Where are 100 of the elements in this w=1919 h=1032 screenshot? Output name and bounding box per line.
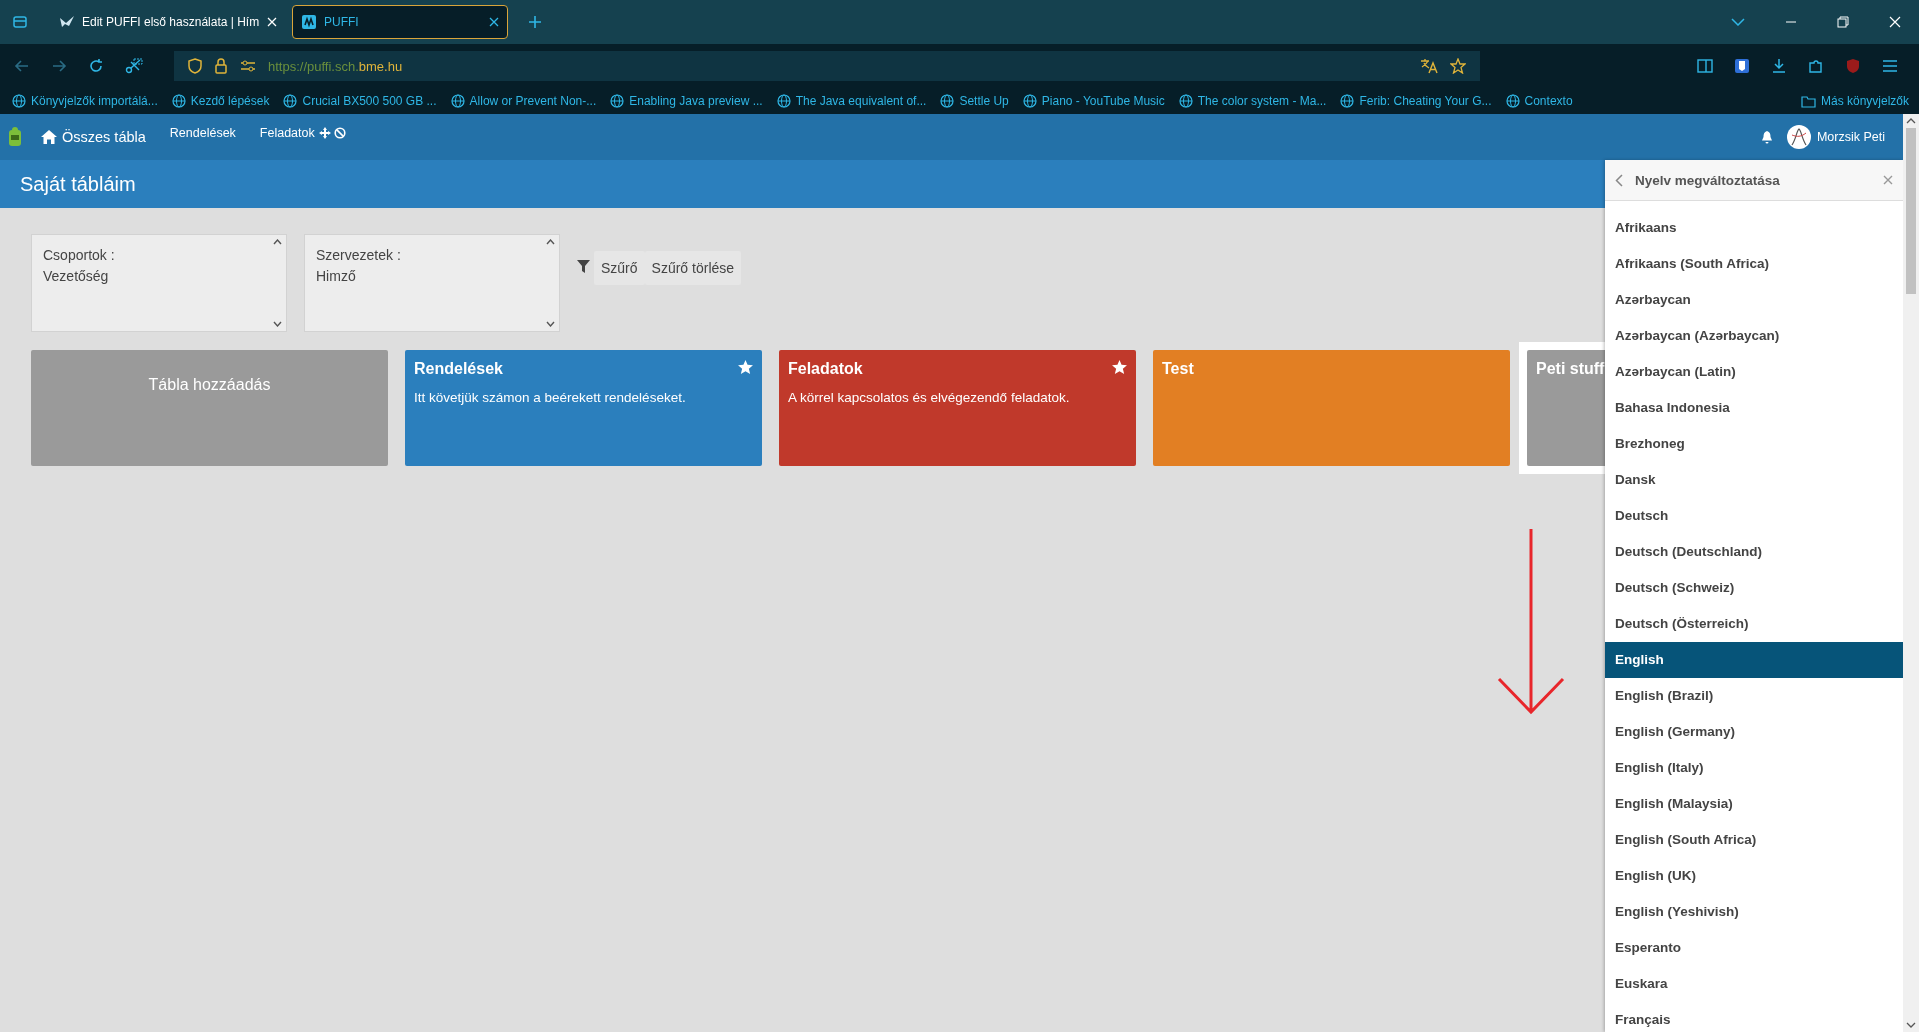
filter-icon <box>577 260 590 273</box>
language-option[interactable]: Deutsch (Deutschland) <box>1605 534 1903 570</box>
close-icon[interactable] <box>489 17 499 27</box>
clear-filter-button[interactable]: Szűrő törlése <box>644 251 742 285</box>
board-description: A körrel kapcsolatos és elvégezendő feladatok. <box>787 389 1071 405</box>
back-icon[interactable] <box>14 58 30 74</box>
language-option[interactable]: English (UK) <box>1605 858 1903 894</box>
bird-icon <box>59 14 75 30</box>
board-title: Peti stuff <box>1536 360 1605 378</box>
shield-icon[interactable] <box>1734 58 1750 74</box>
globe-icon <box>450 94 465 108</box>
back-icon[interactable] <box>1615 173 1623 187</box>
bell-icon[interactable] <box>1760 130 1773 144</box>
board-title: Test <box>1162 360 1194 378</box>
scroll-down-icon[interactable] <box>545 321 555 327</box>
globe-icon <box>610 94 625 108</box>
forward-icon[interactable] <box>51 58 67 74</box>
address-bar[interactable]: https://puffi.sch.bme.hu <box>174 51 1480 81</box>
language-option[interactable]: English (South Africa) <box>1605 822 1903 858</box>
multi-select-field[interactable]: Csoportok : Vezetőség <box>31 234 287 332</box>
board-title: Feladatok <box>788 360 863 378</box>
nav-link[interactable]: Összes tábla <box>41 129 146 145</box>
page-title: Saját tábláim <box>20 172 136 196</box>
language-option[interactable]: English <box>1605 642 1903 678</box>
bookmark[interactable]: Settle Up <box>940 94 1009 108</box>
language-option[interactable]: Esperanto <box>1605 930 1903 966</box>
board-card[interactable]: Feladatok A körrel kapcsolatos és elvégezendő feladatok. <box>779 350 1136 466</box>
nav-link[interactable]: Feladatok <box>259 126 315 148</box>
panel-title: Nyelv megváltoztatása <box>1635 172 1780 188</box>
globe-icon <box>776 94 791 108</box>
language-option[interactable]: Azərbaycan (Latin) <box>1605 354 1903 390</box>
filter-button[interactable]: Szűrő <box>594 251 645 285</box>
nav-link[interactable]: Rendelések <box>169 126 236 148</box>
language-option[interactable]: Deutsch (Österreich) <box>1605 606 1903 642</box>
bookmark[interactable]: The Java equivalent of... <box>776 94 927 108</box>
language-option[interactable]: English (Italy) <box>1605 750 1903 786</box>
scroll-up-icon[interactable] <box>272 239 282 245</box>
browser-tab[interactable]: Edit PUFFI első használata | Hím <box>50 5 286 39</box>
translate-icon[interactable] <box>1420 58 1438 74</box>
language-option[interactable]: Deutsch <box>1605 498 1903 534</box>
logo-icon[interactable] <box>8 126 22 148</box>
globe-icon <box>171 94 186 108</box>
bookmark[interactable]: Piano - YouTube Music <box>1022 94 1165 108</box>
language-option[interactable]: English (Germany) <box>1605 714 1903 750</box>
board-title: Rendelések <box>414 360 503 378</box>
scroll-down-icon[interactable] <box>272 321 282 327</box>
move-icon[interactable] <box>318 127 331 139</box>
scrollbar-thumb[interactable] <box>1906 128 1916 294</box>
language-option[interactable]: Bahasa Indonesia <box>1605 390 1903 426</box>
star-icon[interactable] <box>1112 360 1127 374</box>
globe-icon <box>1505 94 1520 108</box>
board-card[interactable]: Rendelések Itt követjük számon a beérekett rendeléseket. <box>405 350 762 466</box>
folder-icon <box>1800 94 1816 108</box>
language-option[interactable]: Brezhoneg <box>1605 426 1903 462</box>
chevron-down-icon[interactable] <box>1731 18 1745 26</box>
browser-tab[interactable]: PUFFI <box>292 5 508 39</box>
sidebar-icon[interactable] <box>1697 59 1713 73</box>
star-icon[interactable] <box>738 360 753 374</box>
globe-icon <box>1340 94 1355 108</box>
star-icon[interactable] <box>1450 58 1466 74</box>
language-option[interactable]: Afrikaans (South Africa) <box>1605 246 1903 282</box>
menu-icon[interactable] <box>1882 59 1898 73</box>
bookmark[interactable]: Kezdő lépések <box>171 94 270 108</box>
site-logo-icon <box>301 14 317 30</box>
bookmark[interactable]: Ferib: Cheating Your G... <box>1340 94 1492 108</box>
bookmark[interactable]: Contexto <box>1505 94 1573 108</box>
language-option[interactable]: Euskara <box>1605 966 1903 1002</box>
home-icon <box>41 130 57 144</box>
bookmark[interactable]: Könyvjelzők importálá... <box>12 94 158 108</box>
multi-select-field[interactable]: Szervezetek : Himző <box>304 234 560 332</box>
scrollbar[interactable] <box>1903 114 1919 1032</box>
language-option[interactable]: Azərbaycan <box>1605 282 1903 318</box>
language-option[interactable]: English (Brazil) <box>1605 678 1903 714</box>
bookmark[interactable]: Allow or Prevent Non-... <box>450 94 597 108</box>
language-option[interactable]: English (Malaysia) <box>1605 786 1903 822</box>
language-option[interactable]: Afrikaans <box>1605 210 1903 246</box>
user-menu[interactable]: Morzsik Peti <box>1786 125 1885 149</box>
language-option[interactable]: Azərbaycan (Azərbaycan) <box>1605 318 1903 354</box>
blocked-icon[interactable] <box>333 127 346 139</box>
bookmark[interactable]: The color system - Ma... <box>1178 94 1327 108</box>
scroll-up-icon[interactable] <box>545 239 555 245</box>
bookmark[interactable]: Crucial BX500 500 GB ... <box>283 94 437 108</box>
shield-icon <box>188 58 202 74</box>
language-option[interactable]: Deutsch (Schweiz) <box>1605 570 1903 606</box>
scroll-up-icon[interactable] <box>1906 118 1916 124</box>
globe-icon <box>940 94 955 108</box>
download-icon[interactable] <box>1771 58 1787 74</box>
tab-list-icon[interactable] <box>12 14 28 30</box>
globe-icon <box>12 94 26 108</box>
language-option[interactable]: Dansk <box>1605 462 1903 498</box>
sliders-icon <box>240 59 256 73</box>
scissors-icon[interactable] <box>125 58 143 74</box>
language-option[interactable]: Français <box>1605 1002 1903 1032</box>
bookmark-folder[interactable]: Más könyvjelzők <box>1800 94 1909 108</box>
bookmark[interactable]: Enabling Java preview ... <box>610 94 763 108</box>
language-option[interactable]: English (Yeshivish) <box>1605 894 1903 930</box>
reload-icon[interactable] <box>88 58 104 74</box>
scroll-down-icon[interactable] <box>1906 1022 1916 1028</box>
new-tab-icon[interactable] <box>528 15 542 29</box>
restore-icon[interactable] <box>1837 16 1849 28</box>
